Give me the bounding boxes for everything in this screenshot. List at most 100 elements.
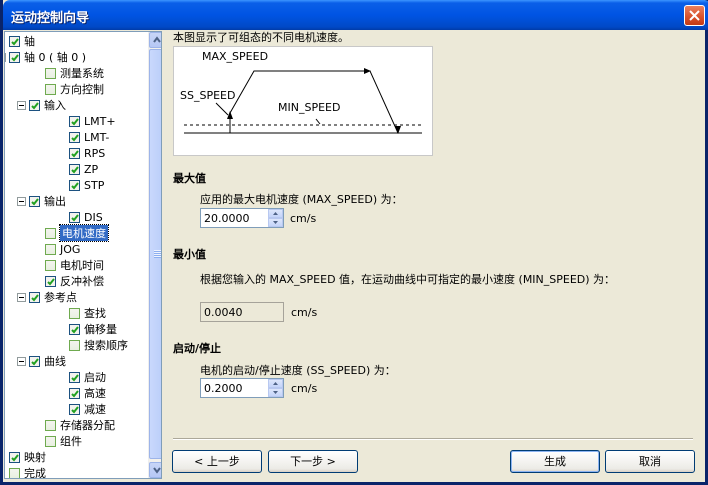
tree-item[interactable]: RPS: [69, 145, 105, 161]
tree-item-label[interactable]: 完成: [24, 465, 46, 478]
checked-checkbox-icon[interactable]: [69, 387, 80, 399]
tree-item-label[interactable]: 减速: [84, 401, 106, 417]
tree-item-label[interactable]: 方向控制: [60, 81, 104, 97]
tree-item-label[interactable]: 存储器分配: [60, 417, 115, 433]
tree-item[interactable]: 轴 0 ( 轴 0 ): [5, 49, 86, 65]
tree-item[interactable]: 输入: [17, 97, 66, 113]
next-button[interactable]: 下一步 >: [268, 450, 358, 473]
empty-checkbox-icon[interactable]: [69, 339, 80, 351]
empty-checkbox-icon[interactable]: [45, 435, 56, 447]
tree-item[interactable]: 查找: [69, 305, 106, 321]
tree-item[interactable]: 组件: [45, 433, 82, 449]
tree-item[interactable]: 启动: [69, 369, 106, 385]
tree-item-label[interactable]: 轴 0 ( 轴 0 ): [24, 49, 86, 65]
checked-checkbox-icon[interactable]: [29, 99, 40, 111]
tree-item[interactable]: 曲线: [17, 353, 66, 369]
checked-checkbox-icon[interactable]: [69, 147, 80, 159]
tree-item-label[interactable]: 偏移量: [84, 321, 117, 337]
max-speed-spinner[interactable]: 20.0000: [200, 208, 284, 228]
tree-item-label[interactable]: 查找: [84, 305, 106, 321]
ss-speed-value[interactable]: 0.2000: [204, 382, 243, 395]
tree-item-label[interactable]: STP: [84, 179, 104, 192]
checked-checkbox-icon[interactable]: [69, 115, 80, 127]
collapse-icon[interactable]: [5, 52, 6, 62]
checked-checkbox-icon[interactable]: [29, 291, 40, 303]
scroll-thumb[interactable]: [149, 49, 161, 459]
generate-button[interactable]: 生成: [510, 450, 600, 473]
collapse-icon[interactable]: [17, 356, 26, 366]
tree-item-label[interactable]: 搜索顺序: [84, 337, 128, 353]
spin-down-button[interactable]: [268, 388, 283, 397]
collapse-icon[interactable]: [17, 292, 26, 302]
checked-checkbox-icon[interactable]: [69, 323, 80, 335]
tree-item-label[interactable]: RPS: [84, 147, 105, 160]
tree-item[interactable]: 轴: [9, 33, 35, 49]
empty-checkbox-icon[interactable]: [45, 67, 56, 79]
tree-item[interactable]: 完成: [9, 465, 46, 478]
tree-item-label[interactable]: ZP: [84, 163, 98, 176]
tree-item[interactable]: 偏移量: [69, 321, 117, 337]
tree-item[interactable]: 参考点: [17, 289, 77, 305]
tree-item[interactable]: LMT+: [69, 113, 116, 129]
checked-checkbox-icon[interactable]: [9, 451, 20, 463]
tree-item-label[interactable]: 启动: [84, 369, 106, 385]
tree-item[interactable]: 电机速度: [45, 224, 109, 242]
checked-checkbox-icon[interactable]: [69, 179, 80, 191]
tree-item-label[interactable]: 输入: [44, 97, 66, 113]
tree-item-label[interactable]: LMT+: [84, 115, 116, 128]
scroll-up-button[interactable]: [149, 32, 161, 48]
tree-item[interactable]: 映射: [9, 449, 46, 465]
checked-checkbox-icon[interactable]: [9, 51, 20, 63]
tree-item-label[interactable]: 电机时间: [60, 257, 104, 273]
checked-checkbox-icon[interactable]: [69, 371, 80, 383]
ss-speed-spinner[interactable]: 0.2000: [200, 378, 284, 398]
tree-item-label[interactable]: DIS: [84, 211, 103, 224]
empty-checkbox-icon[interactable]: [45, 83, 56, 95]
empty-checkbox-icon[interactable]: [45, 259, 56, 271]
tree-item-label[interactable]: JOG: [60, 243, 80, 256]
tree-item-label[interactable]: 曲线: [44, 353, 66, 369]
empty-checkbox-icon[interactable]: [45, 227, 56, 239]
checked-checkbox-icon[interactable]: [45, 275, 56, 287]
tree-item[interactable]: DIS: [69, 209, 103, 225]
checked-checkbox-icon[interactable]: [29, 195, 40, 207]
title-bar[interactable]: 运动控制向导: [3, 0, 708, 30]
tree-item[interactable]: STP: [69, 177, 104, 193]
tree-item[interactable]: ZP: [69, 161, 98, 177]
empty-checkbox-icon[interactable]: [9, 467, 20, 478]
tree-item[interactable]: 方向控制: [45, 81, 104, 97]
checked-checkbox-icon[interactable]: [69, 163, 80, 175]
tree-item[interactable]: 电机时间: [45, 257, 104, 273]
tree-item[interactable]: 搜索顺序: [69, 337, 128, 353]
tree-item-label[interactable]: LMT-: [84, 131, 109, 144]
cancel-button[interactable]: 取消: [605, 450, 695, 473]
tree-item[interactable]: JOG: [45, 241, 80, 257]
tree-item-label[interactable]: 电机速度: [59, 224, 109, 242]
tree-item-label[interactable]: 反冲补偿: [60, 273, 104, 289]
tree-item-label[interactable]: 输出: [44, 193, 66, 209]
collapse-icon[interactable]: [17, 100, 26, 110]
checked-checkbox-icon[interactable]: [9, 35, 20, 47]
max-speed-value[interactable]: 20.0000: [204, 212, 250, 225]
tree-item-label[interactable]: 组件: [60, 433, 82, 449]
checked-checkbox-icon[interactable]: [69, 403, 80, 415]
close-button[interactable]: [684, 5, 705, 26]
tree-item-label[interactable]: 测量系统: [60, 65, 104, 81]
checked-checkbox-icon[interactable]: [69, 211, 80, 223]
tree-item[interactable]: 反冲补偿: [45, 273, 104, 289]
spin-up-button[interactable]: [268, 209, 283, 218]
tree-item[interactable]: 测量系统: [45, 65, 104, 81]
tree-item[interactable]: 减速: [69, 401, 106, 417]
tree-item[interactable]: 高速: [69, 385, 106, 401]
tree-item[interactable]: 输出: [17, 193, 66, 209]
empty-checkbox-icon[interactable]: [69, 307, 80, 319]
collapse-icon[interactable]: [17, 196, 26, 206]
prev-button[interactable]: < 上一步: [172, 450, 262, 473]
spin-up-button[interactable]: [268, 379, 283, 388]
tree-item-label[interactable]: 高速: [84, 385, 106, 401]
tree-item-label[interactable]: 参考点: [44, 289, 77, 305]
checked-checkbox-icon[interactable]: [69, 131, 80, 143]
tree-item[interactable]: 存储器分配: [45, 417, 115, 433]
empty-checkbox-icon[interactable]: [45, 419, 56, 431]
tree-item-label[interactable]: 映射: [24, 449, 46, 465]
